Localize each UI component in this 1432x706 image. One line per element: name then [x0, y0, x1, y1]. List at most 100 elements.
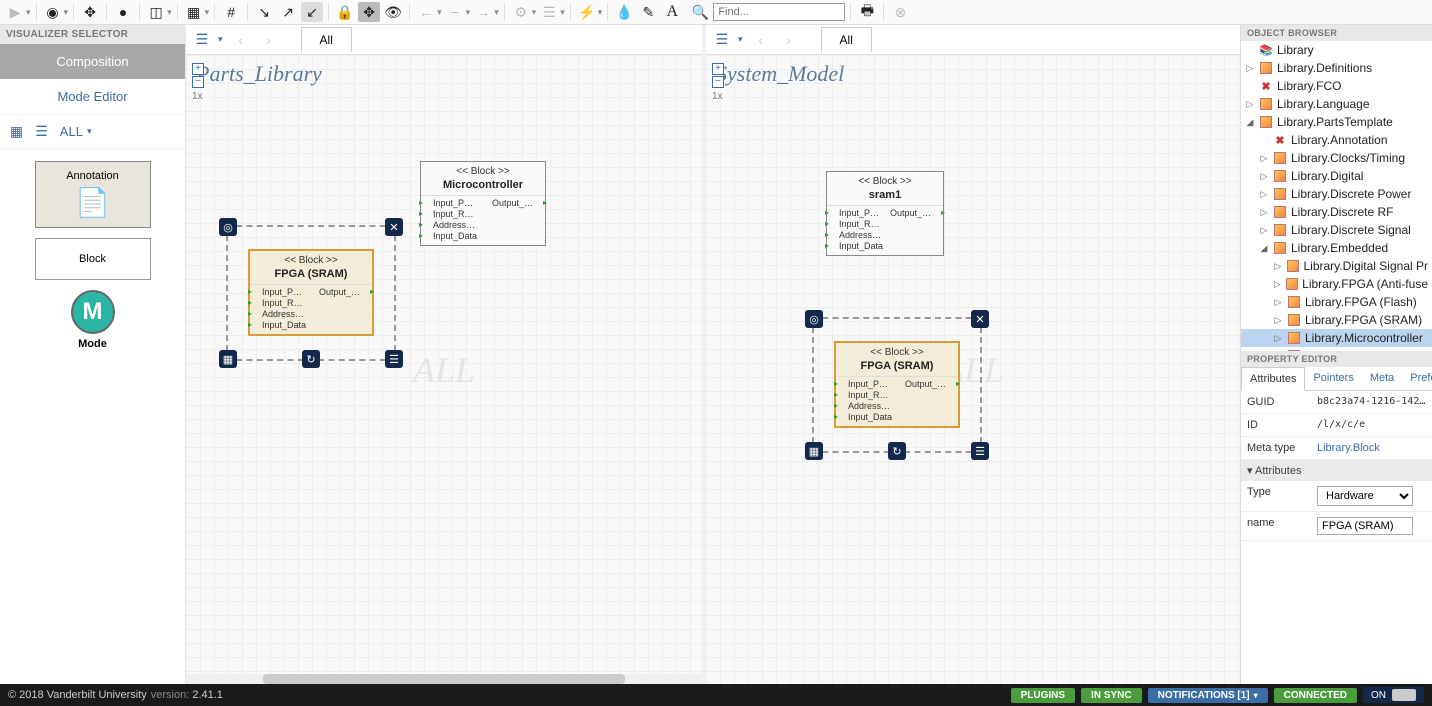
badge-plugins[interactable]: PLUGINS — [1011, 688, 1075, 703]
tree-item[interactable]: ▷Library.Microcontroller — [1241, 329, 1432, 347]
nav-back-icon[interactable]: ‹ — [231, 32, 251, 48]
handle-ne-icon[interactable]: ✕ — [385, 218, 403, 236]
handle-s-icon[interactable]: ↻ — [302, 350, 320, 368]
tree-item[interactable]: 📚Library — [1241, 41, 1432, 59]
name-input[interactable] — [1317, 517, 1413, 535]
handle-nw-icon[interactable]: ◎ — [219, 218, 237, 236]
font-icon[interactable]: A — [661, 2, 683, 22]
search-icon[interactable]: 🔍 — [689, 2, 711, 22]
tree-item[interactable]: ▷Library.Discrete Power — [1241, 185, 1432, 203]
handle-sw-icon[interactable]: ▦ — [219, 350, 237, 368]
split-icon[interactable]: ◫ — [145, 2, 167, 22]
diag3-icon[interactable]: ↙ — [301, 2, 323, 22]
play-icon[interactable]: ▶ — [4, 2, 26, 22]
handle-sw-icon[interactable]: ▦ — [805, 442, 823, 460]
tree-toggle-icon[interactable]: ▷ — [1245, 63, 1255, 74]
diag2-icon[interactable]: ↗ — [277, 2, 299, 22]
nav-fwd-icon[interactable]: › — [259, 32, 279, 48]
tree-item[interactable]: ▷Library.Digital — [1241, 167, 1432, 185]
attributes-section[interactable]: ▾ Attributes — [1241, 460, 1432, 481]
tree-toggle-icon[interactable]: ▷ — [1273, 297, 1283, 308]
search-input[interactable] — [713, 3, 845, 21]
canvas-body[interactable]: + − 1x ALL << Block >>sram1 Input_P…Inpu… — [706, 55, 1240, 684]
badge-insync[interactable]: IN SYNC — [1081, 688, 1142, 703]
print-icon[interactable]: 🖶 — [856, 2, 878, 22]
zoom-out-icon[interactable]: − — [192, 76, 204, 88]
tree-item[interactable]: ▷Library.Language — [1241, 95, 1432, 113]
block-microcontroller[interactable]: << Block >>Microcontroller Input_P…Input… — [420, 161, 546, 246]
tree-item[interactable]: ▷Library.Definitions — [1241, 59, 1432, 77]
grid-icon[interactable]: ▦ — [183, 2, 205, 22]
block-fpga[interactable]: << Block >>FPGA (SRAM) Input_P…Input_R…A… — [248, 249, 374, 336]
minus2-icon[interactable]: ☰ — [538, 2, 560, 22]
list-view-icon[interactable]: ☰ — [35, 123, 48, 140]
list-icon[interactable]: ☰ — [712, 31, 732, 48]
tree-toggle-icon[interactable]: ▷ — [1259, 153, 1269, 164]
tree-toggle-icon[interactable]: ▷ — [1259, 207, 1269, 218]
tree-toggle-icon[interactable]: ▷ — [1259, 189, 1269, 200]
list-icon[interactable]: ☰ — [192, 31, 212, 48]
tree-toggle-icon[interactable]: ▷ — [1259, 171, 1269, 182]
bolt-icon[interactable]: ⚡ — [576, 2, 598, 22]
handle-se-icon[interactable]: ☰ — [971, 442, 989, 460]
badge-connected[interactable]: CONNECTED — [1274, 688, 1357, 703]
palette-annotation[interactable]: Annotation 📄 — [35, 161, 151, 228]
nav-fwd-icon[interactable]: › — [779, 32, 799, 48]
zoom-out-icon[interactable]: − — [712, 76, 724, 88]
filter-all[interactable]: ALL ▾ — [60, 124, 92, 139]
tree-toggle-icon[interactable]: ▷ — [1245, 99, 1255, 110]
tree-item[interactable]: ▷Library.FPGA (Flash) — [1241, 293, 1432, 311]
toggle-on[interactable]: ON — [1363, 687, 1424, 703]
tree-toggle-icon[interactable]: ▷ — [1273, 333, 1283, 344]
block-sram1[interactable]: << Block >>sram1 Input_P…Input_R…Address… — [826, 171, 944, 256]
block-fpga2[interactable]: << Block >>FPGA (SRAM) Input_P…Input_R…A… — [834, 341, 960, 428]
tree-item[interactable]: ▷Library.FPGA (SRAM) — [1241, 311, 1432, 329]
badge-notifications[interactable]: NOTIFICATIONS [1]▾ — [1148, 688, 1268, 703]
tab-meta[interactable]: Meta — [1362, 367, 1402, 390]
tree-toggle-icon[interactable]: ▷ — [1273, 279, 1282, 290]
palette-block[interactable]: Block — [35, 238, 151, 280]
tree-toggle-icon[interactable]: ◢ — [1245, 117, 1255, 128]
nav-back-icon[interactable]: ‹ — [751, 32, 771, 48]
close-icon[interactable]: ⊗ — [889, 2, 911, 22]
target-icon[interactable]: ◉ — [42, 2, 64, 22]
redo-icon[interactable]: → — [472, 2, 494, 22]
tree-item[interactable]: ▷Library.FPGA (Anti-fuse — [1241, 275, 1432, 293]
handle-s-icon[interactable]: ↻ — [888, 442, 906, 460]
grid-view-icon[interactable]: ▦ — [10, 123, 23, 140]
lock-icon[interactable]: 🔒 — [334, 2, 356, 22]
tab-preferences[interactable]: Preferences — [1402, 367, 1432, 390]
handle-ne-icon[interactable]: ✕ — [971, 310, 989, 328]
diag1-icon[interactable]: ↘ — [253, 2, 275, 22]
tree-item[interactable]: ▷Library.Digital Signal Pr — [1241, 257, 1432, 275]
move-icon[interactable]: ✥ — [79, 2, 101, 22]
tab-composition[interactable]: Composition — [0, 44, 185, 79]
palette-mode[interactable]: M Mode — [71, 290, 115, 350]
tree-toggle-icon[interactable]: ▷ — [1273, 261, 1282, 272]
tree-item[interactable]: ▷Library.Discrete Signal — [1241, 221, 1432, 239]
tab-mode-editor[interactable]: Mode Editor — [0, 79, 185, 114]
eye-icon[interactable]: 👁 — [382, 2, 404, 22]
tab-pointers[interactable]: Pointers — [1305, 367, 1361, 390]
tree-toggle-icon[interactable]: ▷ — [1259, 225, 1269, 236]
tab-attributes[interactable]: Attributes — [1241, 367, 1305, 391]
type-select[interactable]: Hardware — [1317, 486, 1413, 506]
undo-icon[interactable]: ← — [415, 2, 437, 22]
scrollbar[interactable] — [186, 674, 702, 684]
handle-nw-icon[interactable]: ◎ — [805, 310, 823, 328]
zoom-in-icon[interactable]: + — [192, 63, 204, 75]
minus1-icon[interactable]: − — [444, 2, 466, 22]
tree-item[interactable]: ▷Library.Clocks/Timing — [1241, 149, 1432, 167]
tree-toggle-icon[interactable]: ◢ — [1259, 243, 1269, 254]
canvas-body[interactable]: + − 1x ALL ◎ ✕ ▦ ☰ ↻ << Block >>FPGA (SR… — [186, 55, 702, 684]
tree-item[interactable]: ✖Library.FCO — [1241, 77, 1432, 95]
tree-item[interactable]: ✖Library.Annotation — [1241, 131, 1432, 149]
object-tree[interactable]: 📚Library▷Library.Definitions✖Library.FCO… — [1241, 41, 1432, 351]
tree-item[interactable]: ◢Library.PartsTemplate — [1241, 113, 1432, 131]
canvas-tab-all[interactable]: All — [821, 27, 872, 52]
tree-toggle-icon[interactable]: ▷ — [1273, 315, 1283, 326]
record-icon[interactable]: ● — [112, 2, 134, 22]
zoom-in-icon[interactable]: + — [712, 63, 724, 75]
pencil-icon[interactable]: ✎ — [637, 2, 659, 22]
move2-icon[interactable]: ✥ — [358, 2, 380, 22]
